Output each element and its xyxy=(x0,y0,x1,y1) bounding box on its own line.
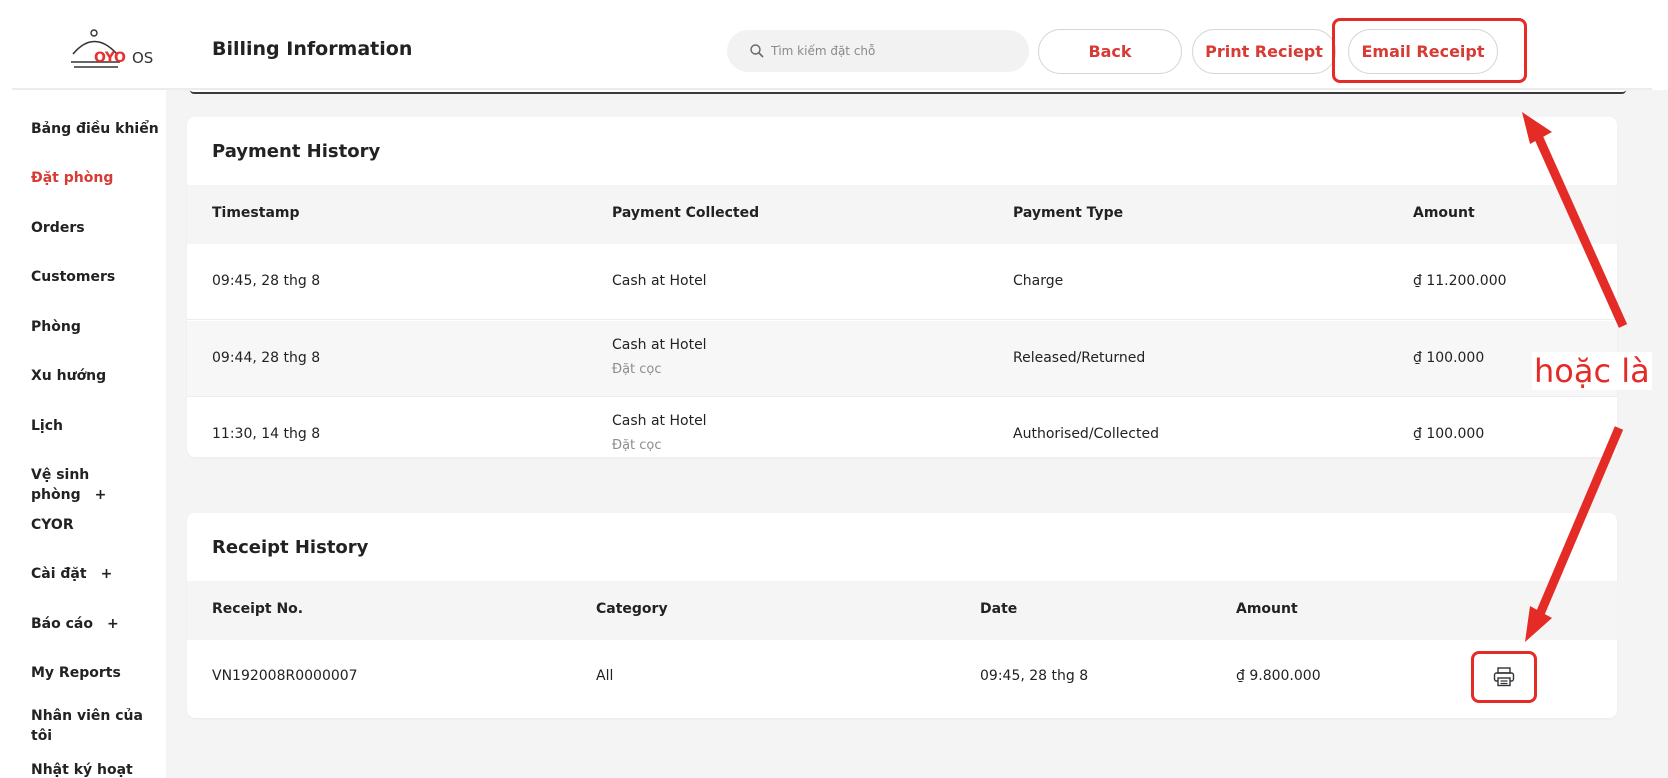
sidebar-item-activity-log[interactable]: Nhật ký hoạt xyxy=(31,760,161,778)
row-timestamp: 09:45, 28 thg 8 xyxy=(212,273,321,289)
sidebar-item-calendar[interactable]: Lịch xyxy=(31,416,161,436)
sidebar-item-label: Xu hướng xyxy=(31,368,107,384)
row-amount: ₫ 11.200.000 xyxy=(1413,273,1507,289)
row-payment-collected: Cash at Hotel xyxy=(612,413,707,429)
sidebar-item-orders[interactable]: Orders xyxy=(31,218,161,238)
row-timestamp: 11:30, 14 thg 8 xyxy=(212,426,321,442)
search-icon xyxy=(750,44,764,58)
sidebar-item-my-reports[interactable]: My Reports xyxy=(31,663,161,683)
sidebar-item-cyor[interactable]: CYOR xyxy=(31,515,161,535)
sidebar-item-label: Lịch xyxy=(31,418,63,434)
logo-suffix: OS xyxy=(132,49,154,67)
sidebar-item-label: Cài đặt xyxy=(31,566,87,582)
expand-plus-icon: + xyxy=(100,566,113,582)
row-payment-collected-sub: Đặt cọc xyxy=(612,362,662,377)
table-row: 11:30, 14 thg 8 Cash at Hotel Đặt cọc Au… xyxy=(187,398,1617,457)
sidebar-item-rooms[interactable]: Phòng xyxy=(31,317,161,337)
logo-text: OYO xyxy=(94,50,126,66)
column-header-payment-collected: Payment Collected xyxy=(612,205,760,221)
row-amount: ₫ 9.800.000 xyxy=(1236,668,1321,684)
payment-table-header: Timestamp Payment Collected Payment Type… xyxy=(187,185,1617,244)
sidebar-item-my-staff[interactable]: Nhân viên của tôi xyxy=(31,706,143,746)
header-divider xyxy=(12,88,1652,90)
annotation-label: hoặc là xyxy=(1532,352,1652,390)
sidebar-item-label: My Reports xyxy=(31,665,121,681)
table-row: VN192008R0000007 All 09:45, 28 thg 8 ₫ 9… xyxy=(187,640,1617,716)
row-payment-type: Authorised/Collected xyxy=(1013,426,1159,442)
row-timestamp: 09:44, 28 thg 8 xyxy=(212,350,321,366)
row-payment-type: Charge xyxy=(1013,273,1064,289)
sidebar-item-label: Orders xyxy=(31,220,85,236)
column-header-date: Date xyxy=(980,601,1018,617)
table-row: 09:45, 28 thg 8 Cash at Hotel Charge ₫ 1… xyxy=(187,244,1617,320)
sidebar-item-label: Báo cáo xyxy=(31,616,93,632)
sidebar-item-label: CYOR xyxy=(31,517,74,533)
receipt-history-card: Receipt History Receipt No. Category Dat… xyxy=(187,513,1617,718)
sidebar: Bảng điều khiển Đặt phòng Orders Custome… xyxy=(0,90,166,778)
payment-history-title: Payment History xyxy=(212,141,381,162)
expand-plus-icon: + xyxy=(94,487,107,503)
printer-icon xyxy=(1493,667,1515,687)
sidebar-item-dashboard[interactable]: Bảng điều khiển xyxy=(31,119,161,139)
sidebar-item-label: Vệ sinh phòng xyxy=(31,467,90,503)
back-button[interactable]: Back xyxy=(1038,29,1182,74)
column-header-category: Category xyxy=(596,601,668,617)
oyo-os-logo[interactable]: OYO OS xyxy=(68,28,158,76)
receipt-table-header: Receipt No. Category Date Amount xyxy=(187,581,1617,640)
row-payment-collected-sub: Đặt cọc xyxy=(612,438,662,453)
sidebar-item-label: Nhân viên của tôi xyxy=(31,708,143,744)
top-header: OYO OS Billing Information Back Print Re… xyxy=(0,0,1668,90)
email-receipt-highlight-box xyxy=(1332,18,1527,83)
main-content: Payment History Timestamp Payment Collec… xyxy=(166,90,1668,778)
expand-plus-icon: + xyxy=(106,616,119,632)
sidebar-item-customers[interactable]: Customers xyxy=(31,267,161,287)
row-date: 09:45, 28 thg 8 xyxy=(980,668,1089,684)
sidebar-item-trends[interactable]: Xu hướng xyxy=(31,366,161,386)
row-amount: ₫ 100.000 xyxy=(1413,426,1485,442)
row-amount: ₫ 100.000 xyxy=(1413,350,1485,366)
app-window: Payment History Timestamp Payment Collec… xyxy=(0,0,1668,778)
sidebar-item-label: Đặt phòng xyxy=(31,170,114,186)
print-receipt-button[interactable]: Print Reciept xyxy=(1192,29,1336,74)
sidebar-item-label: Nhật ký hoạt xyxy=(31,762,133,778)
sidebar-item-settings[interactable]: Cài đặt + xyxy=(31,564,161,584)
sidebar-item-reports[interactable]: Báo cáo + xyxy=(31,614,161,634)
column-header-receipt-no: Receipt No. xyxy=(212,601,304,617)
sidebar-item-label: Customers xyxy=(31,269,116,285)
row-category: All xyxy=(596,668,614,684)
receipt-history-title: Receipt History xyxy=(212,537,369,558)
row-receipt-no: VN192008R0000007 xyxy=(212,668,358,684)
sidebar-item-label: Phòng xyxy=(31,319,81,335)
table-row: 09:44, 28 thg 8 Cash at Hotel Đặt cọc Re… xyxy=(187,321,1617,397)
column-header-amount: Amount xyxy=(1236,601,1298,617)
sidebar-item-label: Bảng điều khiển xyxy=(31,121,159,137)
row-payment-collected: Cash at Hotel xyxy=(612,273,707,289)
row-payment-type: Released/Returned xyxy=(1013,350,1146,366)
payment-history-card: Payment History Timestamp Payment Collec… xyxy=(187,117,1617,457)
print-receipt-row-button[interactable] xyxy=(1471,651,1537,703)
row-payment-collected: Cash at Hotel xyxy=(612,337,707,353)
column-header-timestamp: Timestamp xyxy=(212,205,300,221)
page-title: Billing Information xyxy=(212,38,413,60)
search-input[interactable] xyxy=(771,38,1011,64)
sidebar-item-housekeeping[interactable]: Vệ sinh phòng + xyxy=(31,465,161,505)
sidebar-item-bookings[interactable]: Đặt phòng xyxy=(31,168,161,188)
column-header-amount: Amount xyxy=(1413,205,1475,221)
column-header-payment-type: Payment Type xyxy=(1013,205,1124,221)
search-bar[interactable] xyxy=(727,30,1029,72)
previous-card-edge xyxy=(190,90,1626,94)
